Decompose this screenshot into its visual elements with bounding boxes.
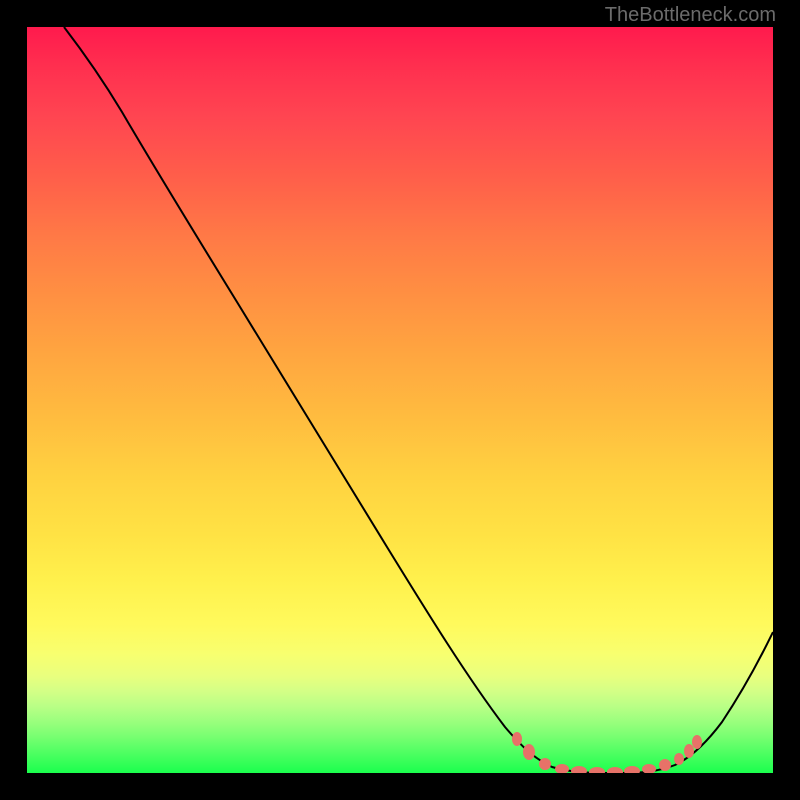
data-point	[512, 732, 522, 746]
data-point	[659, 759, 671, 771]
data-point	[642, 764, 656, 773]
data-point	[684, 744, 694, 758]
data-point	[589, 767, 605, 773]
data-point	[624, 766, 640, 773]
data-point	[539, 758, 551, 770]
watermark-text: TheBottleneck.com	[605, 4, 776, 27]
data-point	[674, 753, 684, 765]
data-point	[555, 764, 569, 773]
data-point	[571, 766, 587, 773]
data-point	[523, 744, 535, 760]
data-points-group	[512, 732, 702, 773]
data-point	[692, 735, 702, 749]
data-point	[607, 767, 623, 773]
chart-area	[27, 27, 773, 773]
chart-svg	[27, 27, 773, 773]
bottleneck-curve	[64, 27, 773, 773]
